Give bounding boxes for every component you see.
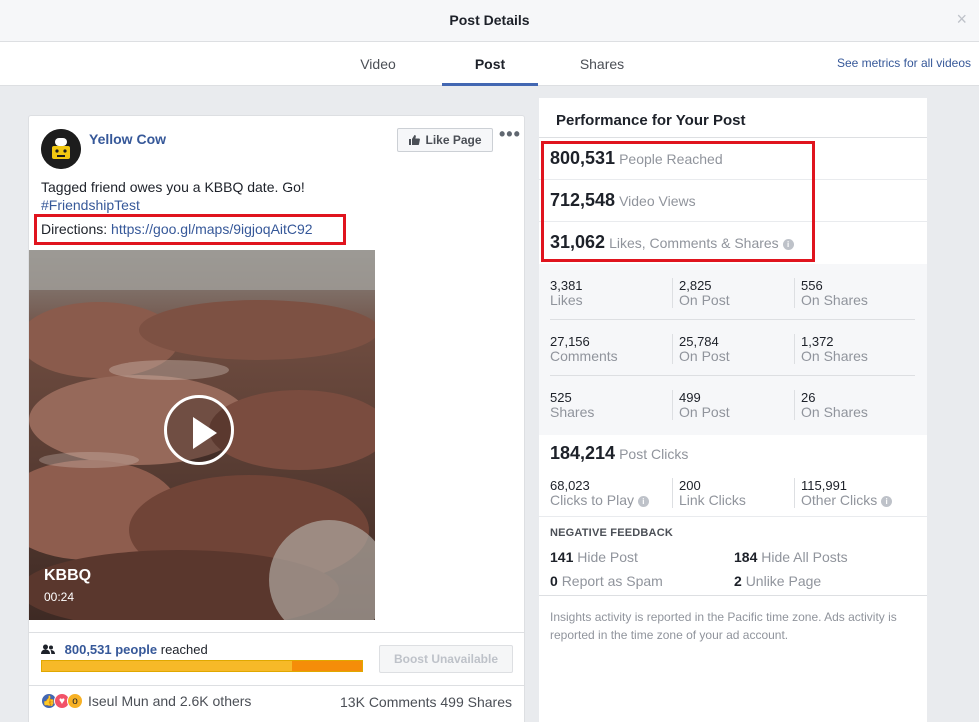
thumbs-up-icon xyxy=(409,135,421,145)
divider xyxy=(794,390,795,420)
divider xyxy=(539,516,927,517)
post-clicks-label: Post Clicks xyxy=(619,446,689,462)
tab-shares[interactable]: Shares xyxy=(566,42,638,86)
highlight-box-metrics xyxy=(541,141,815,262)
reactions-summary[interactable]: 👍 ♥ o Iseul Mun and 2.6K others xyxy=(41,693,251,709)
page-avatar[interactable] xyxy=(41,129,81,169)
video-title: KBBQ xyxy=(44,567,92,584)
divider xyxy=(672,334,673,364)
shares-cell: 525 Shares xyxy=(550,390,595,420)
wow-reaction-icon: o xyxy=(67,693,83,709)
modal-title: Post Details xyxy=(449,12,530,28)
divider xyxy=(550,375,915,376)
video-duration: 00:24 xyxy=(44,590,75,604)
like-page-label: Like Page xyxy=(425,133,482,147)
performance-panel: Performance for Your Post 800,531 People … xyxy=(539,98,927,722)
reach-number[interactable]: 800,531 people xyxy=(65,642,158,657)
reach-progress-bar xyxy=(41,660,363,672)
shares-on-post-cell: 499 On Post xyxy=(679,390,730,420)
unlike-page-stat: 2 Unlike Page xyxy=(734,573,822,589)
play-icon[interactable] xyxy=(164,395,234,465)
negative-feedback-heading: NEGATIVE FEEDBACK xyxy=(550,527,673,539)
other-clicks-cell: 115,991 Other Clicks i xyxy=(801,478,893,508)
divider xyxy=(794,278,795,308)
engagement-breakdown: 3,381 Likes 2,825 On Post 556 On Shares 27,… xyxy=(539,264,927,435)
reach-suffix: reached xyxy=(160,642,208,657)
video-player[interactable]: KBBQ 00:24 xyxy=(29,250,375,620)
tab-video[interactable]: Video xyxy=(343,42,413,86)
info-icon[interactable]: i xyxy=(881,495,893,507)
performance-title: Performance for Your Post xyxy=(556,112,746,129)
hide-post-stat: 141 Hide Post xyxy=(550,549,638,565)
divider xyxy=(794,478,795,508)
hashtag-link[interactable]: #FriendshipTest xyxy=(41,197,140,213)
divider xyxy=(794,334,795,364)
reactions-text[interactable]: Iseul Mun and 2.6K others xyxy=(88,693,251,709)
like-page-button[interactable]: Like Page xyxy=(397,128,493,152)
divider xyxy=(539,595,927,596)
see-metrics-link[interactable]: See metrics for all videos xyxy=(837,56,971,70)
post-clicks-row: 184,214 Post Clicks xyxy=(550,443,688,464)
divider xyxy=(29,685,524,686)
people-icon xyxy=(41,644,55,654)
info-icon[interactable]: i xyxy=(637,495,649,507)
tab-post[interactable]: Post xyxy=(442,42,538,86)
more-options-icon[interactable]: ••• xyxy=(499,124,521,145)
divider xyxy=(672,390,673,420)
report-spam-stat: 0 Report as Spam xyxy=(550,573,663,589)
divider xyxy=(672,478,673,508)
highlight-box-directions xyxy=(34,214,346,245)
reach-paid-segment xyxy=(292,661,362,671)
comments-on-shares-cell: 1,372 On Shares xyxy=(801,334,868,364)
timezone-footnote: Insights activity is reported in the Pac… xyxy=(550,610,897,642)
divider xyxy=(550,319,915,320)
clicks-to-play-cell: 68,023 Clicks to Play i xyxy=(550,478,649,508)
yellow-cow-logo-icon xyxy=(41,129,81,169)
modal-header: Post Details × xyxy=(0,0,979,42)
divider xyxy=(29,632,524,633)
comments-cell: 27,156 Comments xyxy=(550,334,618,364)
likes-cell: 3,381 Likes xyxy=(550,278,583,308)
hide-all-posts-stat: 184 Hide All Posts xyxy=(734,549,848,565)
likes-on-post-cell: 2,825 On Post xyxy=(679,278,730,308)
comments-shares-count[interactable]: 13K Comments 499 Shares xyxy=(340,694,512,710)
post-clicks-value: 184,214 xyxy=(550,443,616,463)
link-clicks-cell: 200 Link Clicks xyxy=(679,478,746,508)
reach-summary: 800,531 people reached xyxy=(41,642,208,657)
post-preview-card: Yellow Cow Like Page ••• Tagged friend o… xyxy=(28,115,525,722)
divider xyxy=(539,137,927,138)
close-icon[interactable]: × xyxy=(956,10,967,28)
comments-on-post-cell: 25,784 On Post xyxy=(679,334,730,364)
page-name-link[interactable]: Yellow Cow xyxy=(89,131,166,147)
tab-bar: Video Post Shares See metrics for all vi… xyxy=(0,42,979,86)
divider xyxy=(672,278,673,308)
likes-on-shares-cell: 556 On Shares xyxy=(801,278,868,308)
post-message: Tagged friend owes you a KBBQ date. Go! xyxy=(41,179,305,195)
shares-on-shares-cell: 26 On Shares xyxy=(801,390,868,420)
boost-unavailable-button: Boost Unavailable xyxy=(379,645,513,673)
